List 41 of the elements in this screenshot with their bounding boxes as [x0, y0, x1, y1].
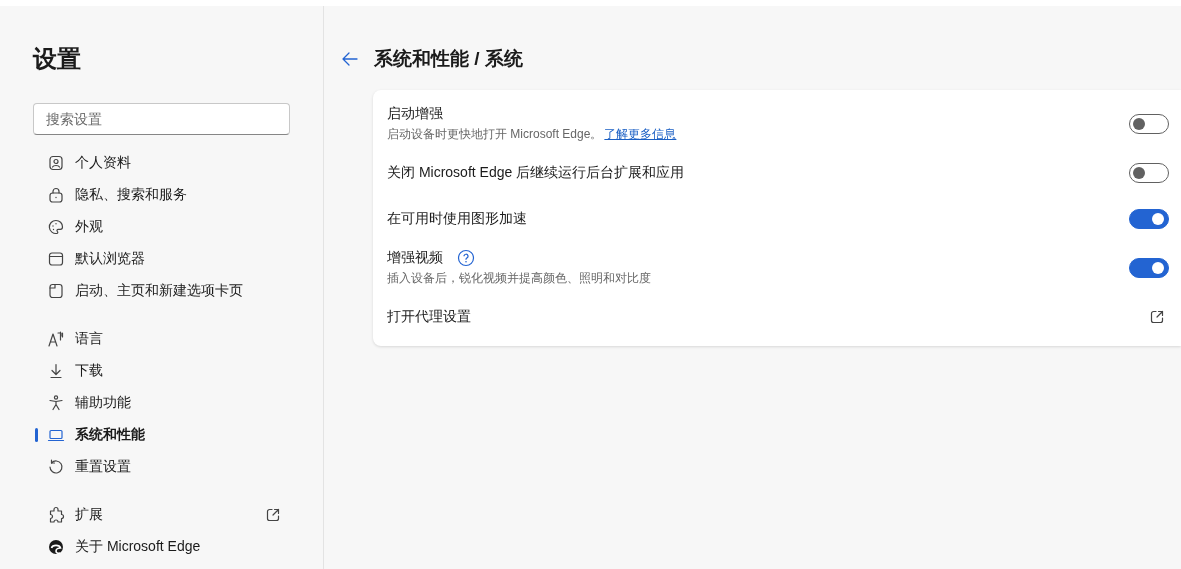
external-link-icon[interactable]: [1149, 309, 1165, 325]
sidebar-item[interactable]: 重置设置: [33, 451, 289, 483]
sidebar-item[interactable]: 默认浏览器: [33, 243, 289, 275]
download-icon: [47, 362, 65, 380]
puzzle-icon: [47, 506, 65, 524]
setting-title: 启动增强: [387, 105, 443, 123]
setting-description: 插入设备后，锐化视频并提高颜色、照明和对比度: [387, 270, 652, 287]
profile-icon: [47, 154, 65, 172]
search-field[interactable]: 搜索设置: [33, 103, 290, 135]
page-title: 系统和性能 / 系统: [374, 47, 523, 71]
sidebar-item[interactable]: 扩展: [33, 499, 289, 531]
sidebar-item[interactable]: 外观: [33, 211, 289, 243]
accessibility-icon: [47, 394, 65, 412]
toggle-switch[interactable]: [1129, 258, 1169, 278]
edge-logo-icon: [47, 538, 65, 556]
lock-icon: [47, 186, 65, 204]
external-link-icon[interactable]: [265, 507, 281, 523]
setting-description: 启动设备时更快地打开 Microsoft Edge。 了解更多信息: [387, 126, 678, 143]
setting-title: 打开代理设置: [387, 308, 471, 326]
sidebar-item[interactable]: 语言: [33, 323, 289, 355]
sidebar-item[interactable]: 关于 Microsoft Edge: [33, 531, 289, 563]
sidebar-item[interactable]: 下载: [33, 355, 289, 387]
palette-icon: [47, 218, 65, 236]
toggle-switch[interactable]: [1129, 163, 1169, 183]
page-icon: [47, 282, 65, 300]
browser-icon: [47, 250, 65, 268]
sidebar-item[interactable]: 隐私、搜索和服务: [33, 179, 289, 211]
language-icon: [47, 330, 65, 348]
reset-icon: [47, 458, 65, 476]
sidebar-item[interactable]: 启动、主页和新建选项卡页: [33, 275, 289, 307]
learn-more-link[interactable]: 了解更多信息: [604, 127, 677, 141]
help-icon[interactable]: [457, 249, 475, 267]
setting-title: 在可用时使用图形加速: [387, 210, 527, 228]
sidebar-item[interactable]: 系统和性能: [33, 419, 289, 451]
setting-title: 增强视频: [387, 249, 443, 267]
settings-title: 设置: [33, 44, 82, 74]
setting-title: 关闭 Microsoft Edge 后继续运行后台扩展和应用: [387, 164, 685, 182]
toggle-switch[interactable]: [1129, 114, 1169, 134]
toggle-switch[interactable]: [1129, 209, 1169, 229]
sidebar-item[interactable]: 个人资料: [33, 147, 289, 179]
sidebar-item[interactable]: 辅助功能: [33, 387, 289, 419]
